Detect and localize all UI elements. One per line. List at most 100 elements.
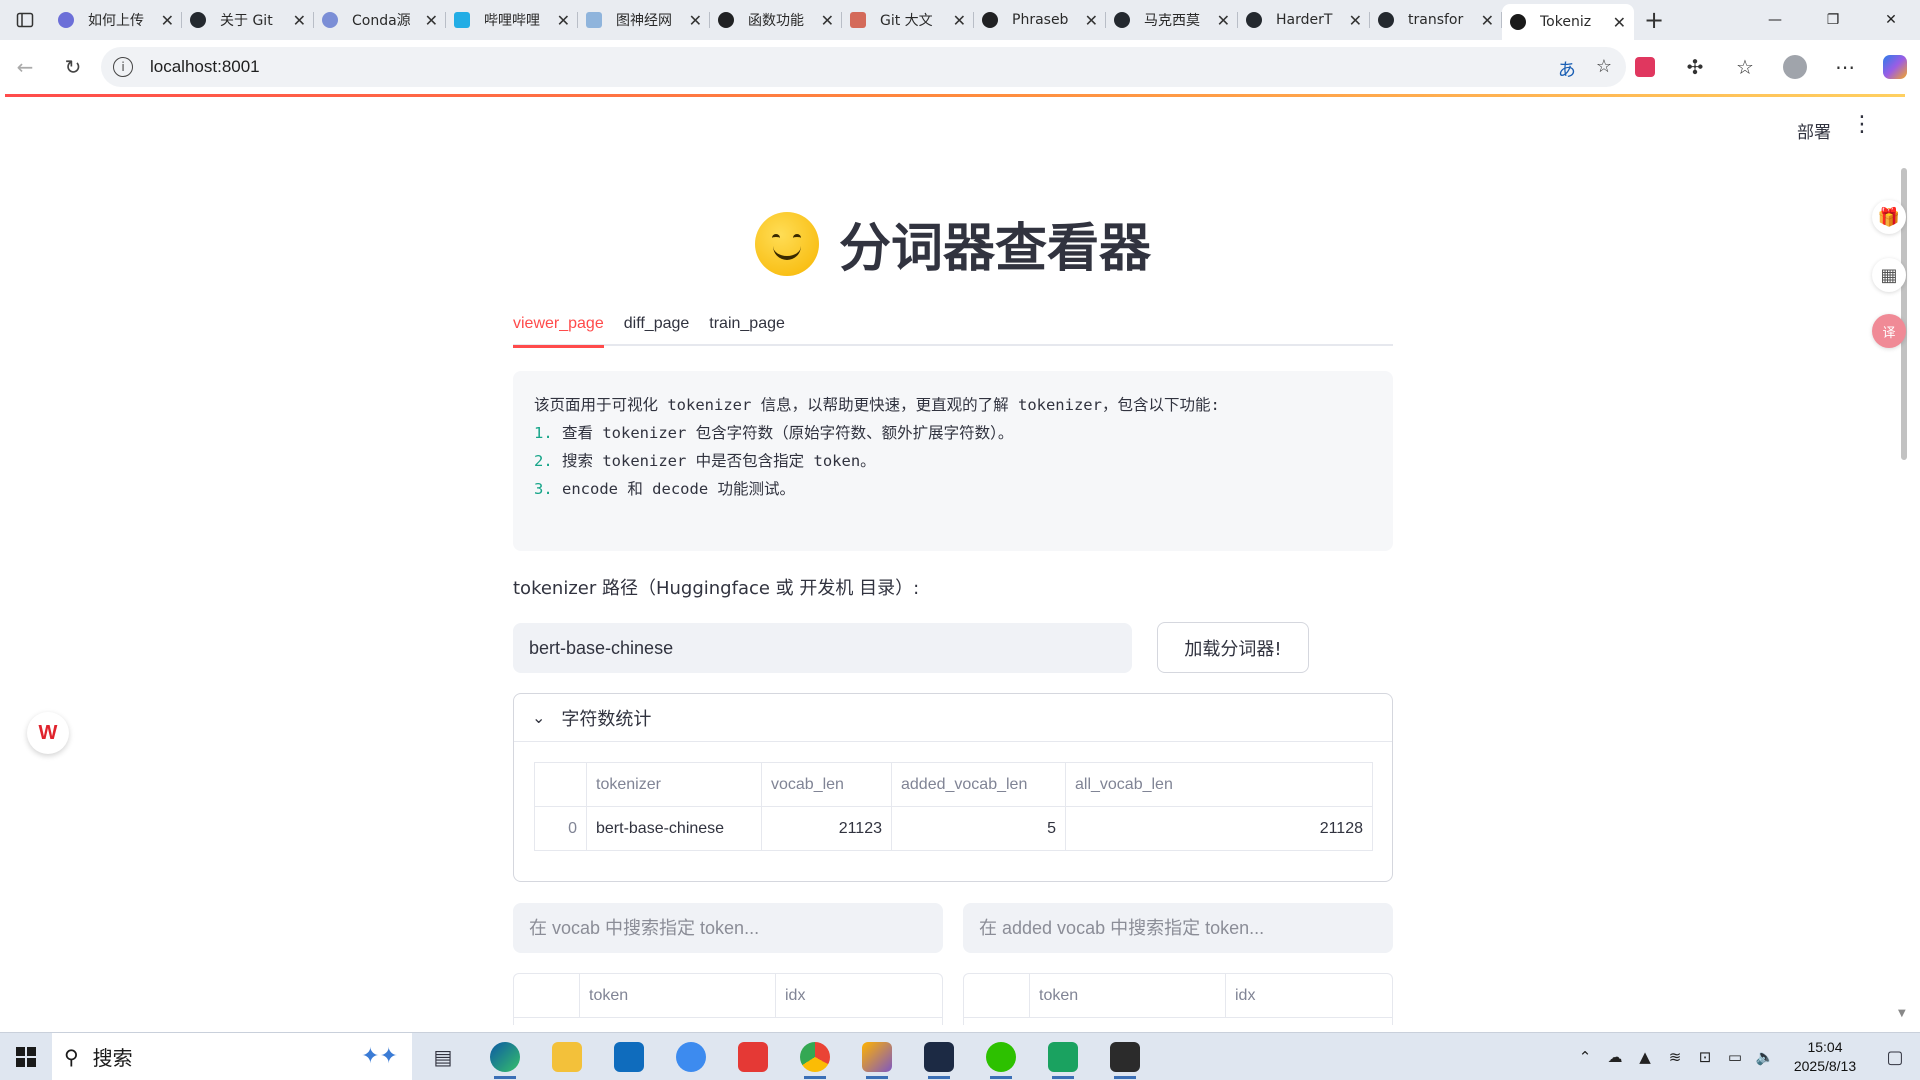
column-header[interactable]: all_vocab_len (1065, 762, 1373, 807)
column-header[interactable]: token (580, 974, 776, 1018)
browser-tab[interactable]: 关于 Git ✕ (182, 0, 314, 40)
close-tab-icon[interactable]: ✕ (953, 11, 966, 30)
tab-train-page[interactable]: train_page (709, 306, 785, 346)
browser-tab[interactable]: transfor ✕ (1370, 0, 1502, 40)
table-cell[interactable]: 5 (891, 806, 1066, 851)
intro-line: 该页面用于可视化 tokenizer 信息，以帮助更快速，更直观的了解 toke… (534, 396, 1220, 414)
column-header[interactable]: vocab_len (761, 762, 892, 807)
translate-icon[interactable]: あ (1558, 56, 1576, 82)
column-header[interactable]: tokenizer (586, 762, 762, 807)
expander-header[interactable]: ⌄ 字符数统计 (514, 694, 1392, 742)
tab-actions-icon[interactable] (0, 0, 50, 40)
deploy-button[interactable]: 部署 (1797, 118, 1831, 143)
close-tab-icon[interactable]: ✕ (161, 11, 174, 30)
column-header[interactable]: idx (776, 974, 942, 1018)
battery-icon[interactable]: ▭ (1720, 1048, 1750, 1066)
close-tab-icon[interactable]: ✕ (557, 11, 570, 30)
huawei-icon[interactable] (722, 1033, 784, 1080)
minimize-icon[interactable]: — (1746, 0, 1804, 40)
browser-tab[interactable]: Git 大文 ✕ (842, 0, 974, 40)
apps-grid-icon[interactable]: ▦ (1872, 258, 1906, 292)
close-tab-icon[interactable]: ✕ (821, 11, 834, 30)
table-row: 0 bert-base-chinese 21123 5 21128 (534, 806, 1373, 851)
browser-tab-strip: 如何上传 ✕ 关于 Git ✕ Conda源 ✕ 哔哩哔哩 ✕ 图神经网 ✕ 函数功能 ✕ … (0, 0, 1920, 40)
favorite-star-icon[interactable]: ☆ (1596, 56, 1612, 82)
app-icon[interactable] (660, 1033, 722, 1080)
column-header[interactable]: token (1030, 974, 1226, 1018)
column-header[interactable]: added_vocab_len (891, 762, 1066, 807)
browser-tab[interactable]: Phraseb ✕ (974, 0, 1106, 40)
windows-start-icon[interactable] (0, 1033, 52, 1080)
chrome-icon[interactable] (784, 1033, 846, 1080)
close-tab-icon[interactable]: ✕ (425, 11, 438, 30)
tray-app-icon[interactable]: ▲ (1630, 1048, 1660, 1066)
browser-tab[interactable]: 马克西莫 ✕ (1106, 0, 1238, 40)
wps-floating-icon[interactable]: W (27, 712, 69, 754)
profile-avatar-icon[interactable] (1770, 55, 1820, 79)
browser-tab[interactable]: Conda源 ✕ (314, 0, 446, 40)
added-vocab-search-input[interactable] (963, 903, 1393, 953)
table-cell[interactable]: bert-base-chinese (586, 806, 762, 851)
outlook-icon[interactable] (598, 1033, 660, 1080)
tab-viewer-page[interactable]: viewer_page (513, 306, 604, 348)
close-tab-icon[interactable]: ✕ (1217, 11, 1230, 30)
browser-tab[interactable]: 图神经网 ✕ (578, 0, 710, 40)
notification-icon[interactable]: ▢ (1870, 1047, 1920, 1068)
browser-tab[interactable]: 函数功能 ✕ (710, 0, 842, 40)
url-text[interactable]: localhost:8001 (150, 57, 260, 77)
bilibili-icon (454, 12, 470, 28)
vocab-search-input[interactable] (513, 903, 943, 953)
scroll-down-icon[interactable]: ▼ (1898, 1008, 1906, 1019)
wifi-icon[interactable]: ≋ (1660, 1048, 1690, 1066)
extension-app-icon[interactable] (1620, 57, 1670, 77)
close-tab-icon[interactable]: ✕ (1613, 13, 1626, 32)
close-tab-icon[interactable]: ✕ (1349, 11, 1362, 30)
restore-icon[interactable]: ❐ (1804, 0, 1862, 40)
browser-tab[interactable]: 如何上传 ✕ (50, 0, 182, 40)
close-window-icon[interactable]: ✕ (1862, 0, 1920, 40)
new-tab-button[interactable]: + (1634, 0, 1674, 40)
table-cell[interactable]: 21128 (1065, 806, 1373, 851)
copilot-icon[interactable] (1870, 55, 1920, 79)
browser-tab[interactable]: 哔哩哔哩 ✕ (446, 0, 578, 40)
close-tab-icon[interactable]: ✕ (1085, 11, 1098, 30)
taskbar-search-box[interactable]: ⚲ 搜索 ✦✦ (52, 1032, 412, 1080)
chevron-up-icon[interactable]: ⌃ (1570, 1048, 1600, 1066)
file-explorer-icon[interactable] (536, 1033, 598, 1080)
load-tokenizer-button[interactable]: 加载分词器! (1157, 622, 1309, 673)
browser-tab-active[interactable]: Tokeniz ✕ (1502, 4, 1634, 40)
more-menu-icon[interactable]: ⋯ (1820, 55, 1870, 79)
terminal-icon[interactable] (1094, 1033, 1156, 1080)
app-icon[interactable] (846, 1033, 908, 1080)
close-tab-icon[interactable]: ✕ (293, 11, 306, 30)
translate-side-icon[interactable]: 译 (1872, 314, 1906, 348)
terminal-cat-icon[interactable] (908, 1033, 970, 1080)
main-menu-icon[interactable]: ⋮ (1851, 112, 1873, 137)
volume-icon[interactable]: 🔈 (1750, 1048, 1780, 1066)
vocab-token-table[interactable]: token idx (513, 973, 943, 1025)
close-tab-icon[interactable]: ✕ (1481, 11, 1494, 30)
site-info-icon[interactable]: i (113, 57, 133, 77)
gift-icon[interactable]: 🎁 (1872, 200, 1906, 234)
clock[interactable]: 15:04 2025/8/13 (1780, 1038, 1870, 1076)
table-cell[interactable]: 21123 (761, 806, 892, 851)
browser-tab[interactable]: HarderT ✕ (1238, 0, 1370, 40)
url-field[interactable]: i localhost:8001 あ ☆ (101, 47, 1626, 87)
tokenizer-path-input[interactable]: bert-base-chinese (513, 623, 1132, 673)
onedrive-icon[interactable]: ☁ (1600, 1048, 1630, 1066)
extensions-puzzle-icon[interactable]: ✣ (1670, 55, 1720, 79)
added-vocab-token-table[interactable]: token idx (963, 973, 1393, 1025)
reload-icon[interactable]: ↻ (50, 44, 96, 90)
favorites-icon[interactable]: ☆ (1720, 55, 1770, 79)
close-tab-icon[interactable]: ✕ (689, 11, 702, 30)
github-icon (1114, 12, 1130, 28)
column-header[interactable]: idx (1226, 974, 1392, 1018)
edge-icon[interactable] (474, 1033, 536, 1080)
back-icon[interactable]: ← (2, 44, 48, 90)
wechat-icon[interactable] (970, 1033, 1032, 1080)
task-view-icon[interactable]: ▤ (412, 1033, 474, 1080)
stats-dataframe[interactable]: tokenizer vocab_len added_vocab_len all_… (534, 762, 1373, 851)
network-icon[interactable]: ⊡ (1690, 1048, 1720, 1066)
media-player-icon[interactable] (1032, 1033, 1094, 1080)
tab-diff-page[interactable]: diff_page (624, 306, 690, 346)
